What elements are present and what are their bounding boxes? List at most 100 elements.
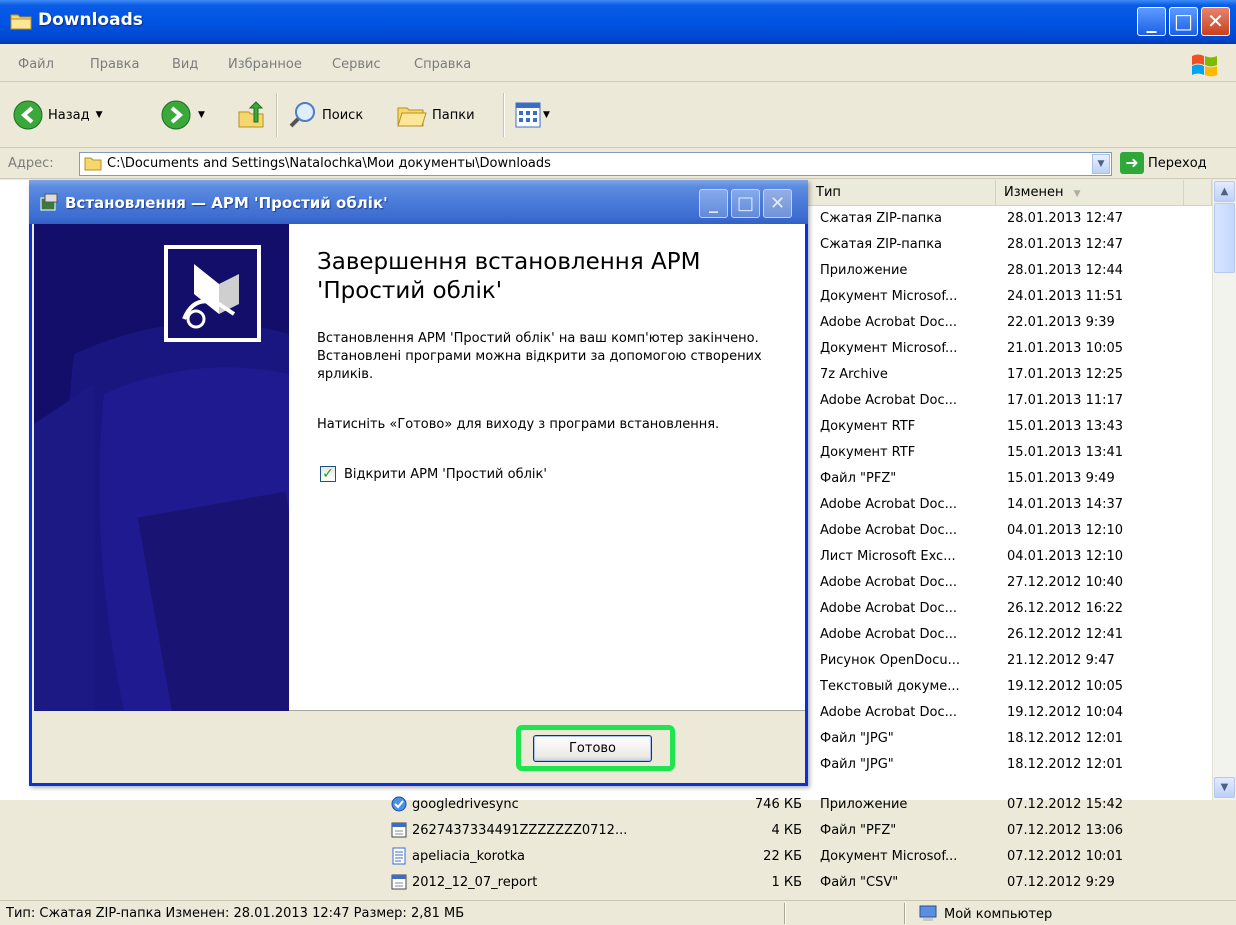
file-date-cell[interactable]: 22.01.2013 9:39: [1007, 310, 1115, 336]
menu-file[interactable]: Файл: [18, 57, 54, 72]
file-date-cell[interactable]: 07.12.2012 10:01: [1007, 844, 1123, 870]
scroll-up-button[interactable]: ▲: [1214, 181, 1235, 202]
up-folder-button[interactable]: [236, 99, 266, 131]
file-name[interactable]: apeliacia_korotka: [412, 844, 525, 870]
file-date-cell[interactable]: 04.01.2013 12:10: [1007, 544, 1123, 570]
file-name[interactable]: 2012_12_07_report: [412, 870, 537, 896]
file-row[interactable]: apeliacia_korotka 22 КБ: [388, 844, 808, 870]
vertical-scrollbar[interactable]: ▲ ▼: [1212, 180, 1236, 800]
search-button[interactable]: Поиск: [288, 99, 363, 131]
minimize-button[interactable]: _: [1137, 7, 1166, 36]
file-date-cell[interactable]: 28.01.2013 12:44: [1007, 258, 1123, 284]
column-modified-label: Изменен: [1004, 185, 1064, 200]
menu-help[interactable]: Справка: [414, 57, 471, 72]
back-button[interactable]: Назад ▼: [12, 99, 103, 131]
dialog-titlebar[interactable]: Встановлення — АРМ 'Простий облік' _ □ ✕: [29, 180, 808, 224]
file-date-cell[interactable]: 18.12.2012 12:01: [1007, 726, 1123, 752]
column-header-modified[interactable]: Изменен ▼: [996, 180, 1184, 206]
chevron-down-icon[interactable]: ▼: [198, 110, 205, 120]
checkbox-checked-icon[interactable]: ✓: [320, 466, 336, 482]
file-type-cell[interactable]: Текстовый докуме...: [820, 674, 960, 700]
file-type-cell[interactable]: Рисунок OpenDocu...: [820, 648, 960, 674]
file-type-cell[interactable]: Adobe Acrobat Doc...: [820, 596, 957, 622]
chevron-down-icon[interactable]: ▼: [543, 110, 550, 120]
file-date-cell[interactable]: 27.12.2012 10:40: [1007, 570, 1123, 596]
file-date-cell[interactable]: 17.01.2013 11:17: [1007, 388, 1123, 414]
file-date-cell[interactable]: 18.12.2012 12:01: [1007, 752, 1123, 778]
file-type-cell[interactable]: Adobe Acrobat Doc...: [820, 310, 957, 336]
chevron-down-icon[interactable]: ▼: [1092, 154, 1110, 174]
menu-tools[interactable]: Сервис: [332, 57, 381, 72]
file-date-cell[interactable]: 21.12.2012 9:47: [1007, 648, 1115, 674]
file-row[interactable]: googledrivesync 746 КБ: [388, 792, 808, 818]
address-input[interactable]: C:\Documents and Settings\Natalochka\Мои…: [79, 152, 1112, 176]
file-date-cell[interactable]: 19.12.2012 10:05: [1007, 674, 1123, 700]
file-row[interactable]: 2627437334491ZZZZZZZ0712... 4 КБ: [388, 818, 808, 844]
file-date-cell[interactable]: 04.01.2013 12:10: [1007, 518, 1123, 544]
dialog-minimize-button[interactable]: _: [699, 189, 728, 218]
dialog-close-button[interactable]: ✕: [763, 189, 792, 218]
launch-app-checkbox[interactable]: ✓ Відкрити АРМ 'Простий облік': [320, 466, 547, 482]
file-type-cell[interactable]: Документ RTF: [820, 440, 915, 466]
file-type-cell[interactable]: Файл "JPG": [820, 726, 894, 752]
file-type-cell[interactable]: Сжатая ZIP-папка: [820, 232, 942, 258]
file-date-cell[interactable]: 07.12.2012 13:06: [1007, 818, 1123, 844]
file-date-cell[interactable]: 19.12.2012 10:04: [1007, 700, 1123, 726]
file-type-cell[interactable]: Adobe Acrobat Doc...: [820, 388, 957, 414]
file-date-cell[interactable]: 15.01.2013 13:41: [1007, 440, 1123, 466]
setup-dialog: Встановлення — АРМ 'Простий облік' _ □ ✕…: [29, 180, 808, 786]
toolbar: Назад ▼ ▼ Поиск Папки ▼: [0, 83, 1236, 148]
scroll-thumb[interactable]: [1214, 203, 1235, 273]
file-type-cell[interactable]: Adobe Acrobat Doc...: [820, 570, 957, 596]
menu-view[interactable]: Вид: [172, 57, 198, 72]
forward-button[interactable]: ▼: [160, 99, 205, 131]
file-type-cell[interactable]: Сжатая ZIP-папка: [820, 206, 942, 232]
file-type-cell[interactable]: Документ Microsof...: [820, 336, 957, 362]
maximize-button[interactable]: □: [1169, 7, 1198, 36]
file-type-cell[interactable]: Лист Microsoft Exc...: [820, 544, 956, 570]
file-date-cell[interactable]: 21.01.2013 10:05: [1007, 336, 1123, 362]
launch-app-label[interactable]: Відкрити АРМ 'Простий облік': [344, 467, 547, 482]
file-date-cell[interactable]: 28.01.2013 12:47: [1007, 232, 1123, 258]
file-date-cell[interactable]: 07.12.2012 15:42: [1007, 792, 1123, 818]
folders-button[interactable]: Папки: [396, 99, 475, 131]
file-type-cell[interactable]: Adobe Acrobat Doc...: [820, 492, 957, 518]
file-type-cell[interactable]: Документ Microsof...: [820, 844, 957, 870]
scroll-down-button[interactable]: ▼: [1214, 777, 1235, 798]
dialog-maximize-button[interactable]: □: [731, 189, 760, 218]
file-date-cell[interactable]: 15.01.2013 9:49: [1007, 466, 1115, 492]
finish-button[interactable]: Готово: [533, 735, 652, 762]
menu-favorites[interactable]: Избранное: [228, 57, 302, 72]
file-date-cell[interactable]: 26.12.2012 12:41: [1007, 622, 1123, 648]
file-name[interactable]: 2627437334491ZZZZZZZ0712...: [412, 818, 627, 844]
close-button[interactable]: ✕: [1201, 7, 1230, 36]
file-date-cell[interactable]: 17.01.2013 12:25: [1007, 362, 1123, 388]
file-type-cell[interactable]: Файл "JPG": [820, 752, 894, 778]
file-date-cell[interactable]: 26.12.2012 16:22: [1007, 596, 1123, 622]
go-button[interactable]: ➜ Переход: [1120, 152, 1207, 174]
file-date-cell[interactable]: 15.01.2013 13:43: [1007, 414, 1123, 440]
file-date-cell[interactable]: 28.01.2013 12:47: [1007, 206, 1123, 232]
file-date-cell[interactable]: 07.12.2012 9:29: [1007, 870, 1115, 896]
views-button[interactable]: ▼: [515, 99, 550, 131]
file-type-cell[interactable]: Файл "PFZ": [820, 466, 896, 492]
file-type-cell[interactable]: Adobe Acrobat Doc...: [820, 700, 957, 726]
column-header-type[interactable]: Тип: [808, 180, 996, 206]
file-row[interactable]: 2012_12_07_report 1 КБ: [388, 870, 808, 896]
file-type-cell[interactable]: Документ Microsof...: [820, 284, 957, 310]
window-titlebar[interactable]: Downloads _ □ ✕: [0, 0, 1236, 44]
file-type-cell[interactable]: 7z Archive: [820, 362, 888, 388]
file-type-cell[interactable]: Файл "CSV": [820, 870, 898, 896]
file-type-cell[interactable]: Adobe Acrobat Doc...: [820, 622, 957, 648]
file-type-cell[interactable]: Приложение: [820, 792, 907, 818]
file-date-cell[interactable]: 24.01.2013 11:51: [1007, 284, 1123, 310]
file-type-cell[interactable]: Файл "PFZ": [820, 818, 896, 844]
close-icon: ✕: [1207, 9, 1224, 33]
file-date-cell[interactable]: 14.01.2013 14:37: [1007, 492, 1123, 518]
file-name[interactable]: googledrivesync: [412, 792, 519, 818]
file-type-cell[interactable]: Приложение: [820, 258, 907, 284]
chevron-down-icon[interactable]: ▼: [96, 110, 103, 120]
file-type-cell[interactable]: Adobe Acrobat Doc...: [820, 518, 957, 544]
file-type-cell[interactable]: Документ RTF: [820, 414, 915, 440]
menu-edit[interactable]: Правка: [90, 57, 139, 72]
